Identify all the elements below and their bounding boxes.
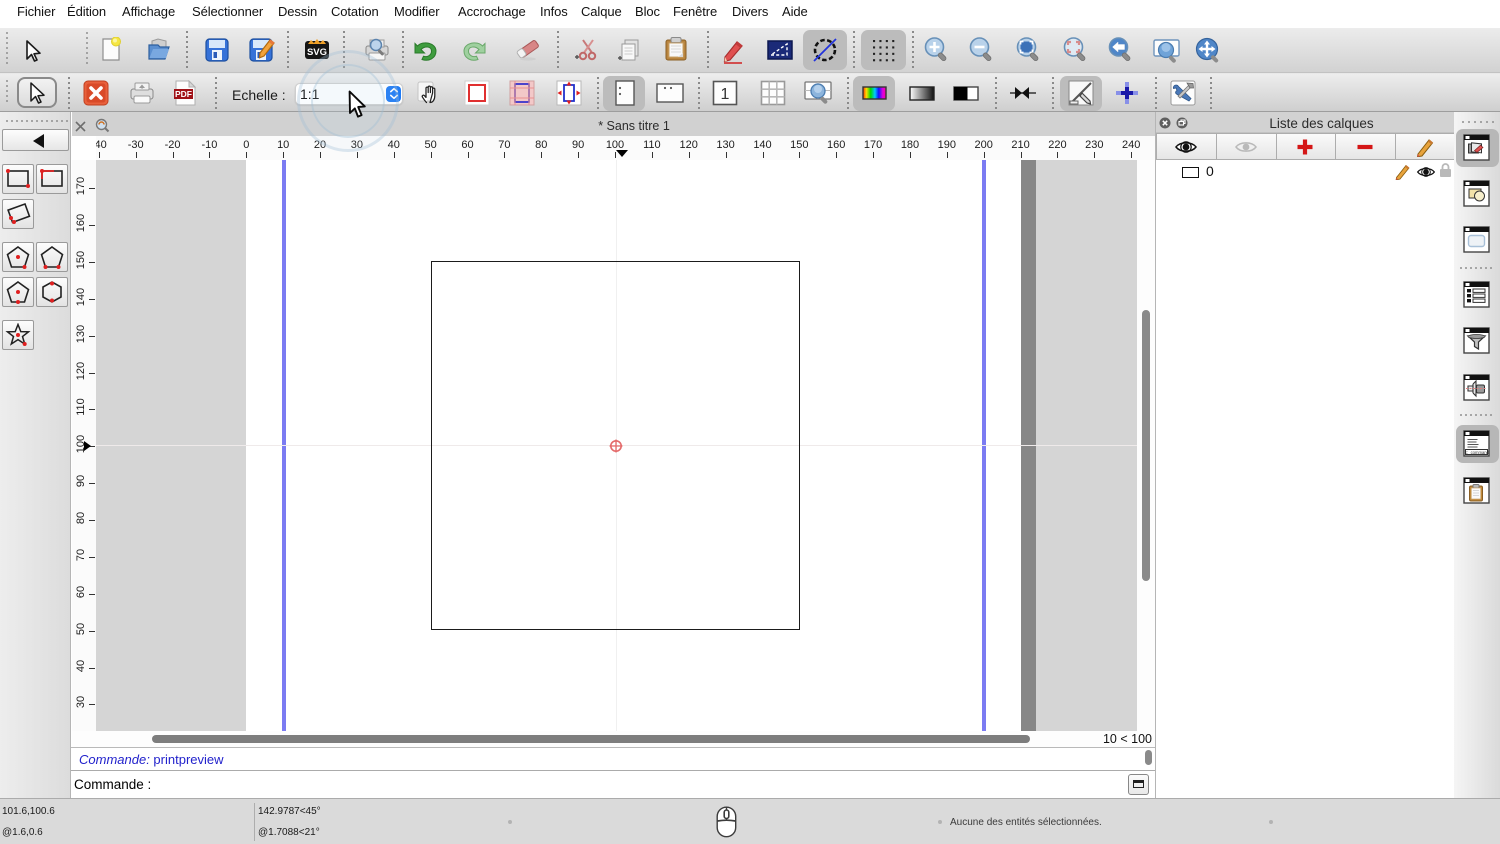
svg-text:PDF: PDF	[175, 89, 192, 99]
svg-text:c:_command: c:_command	[1465, 449, 1490, 454]
svg-text:1: 1	[721, 86, 730, 103]
